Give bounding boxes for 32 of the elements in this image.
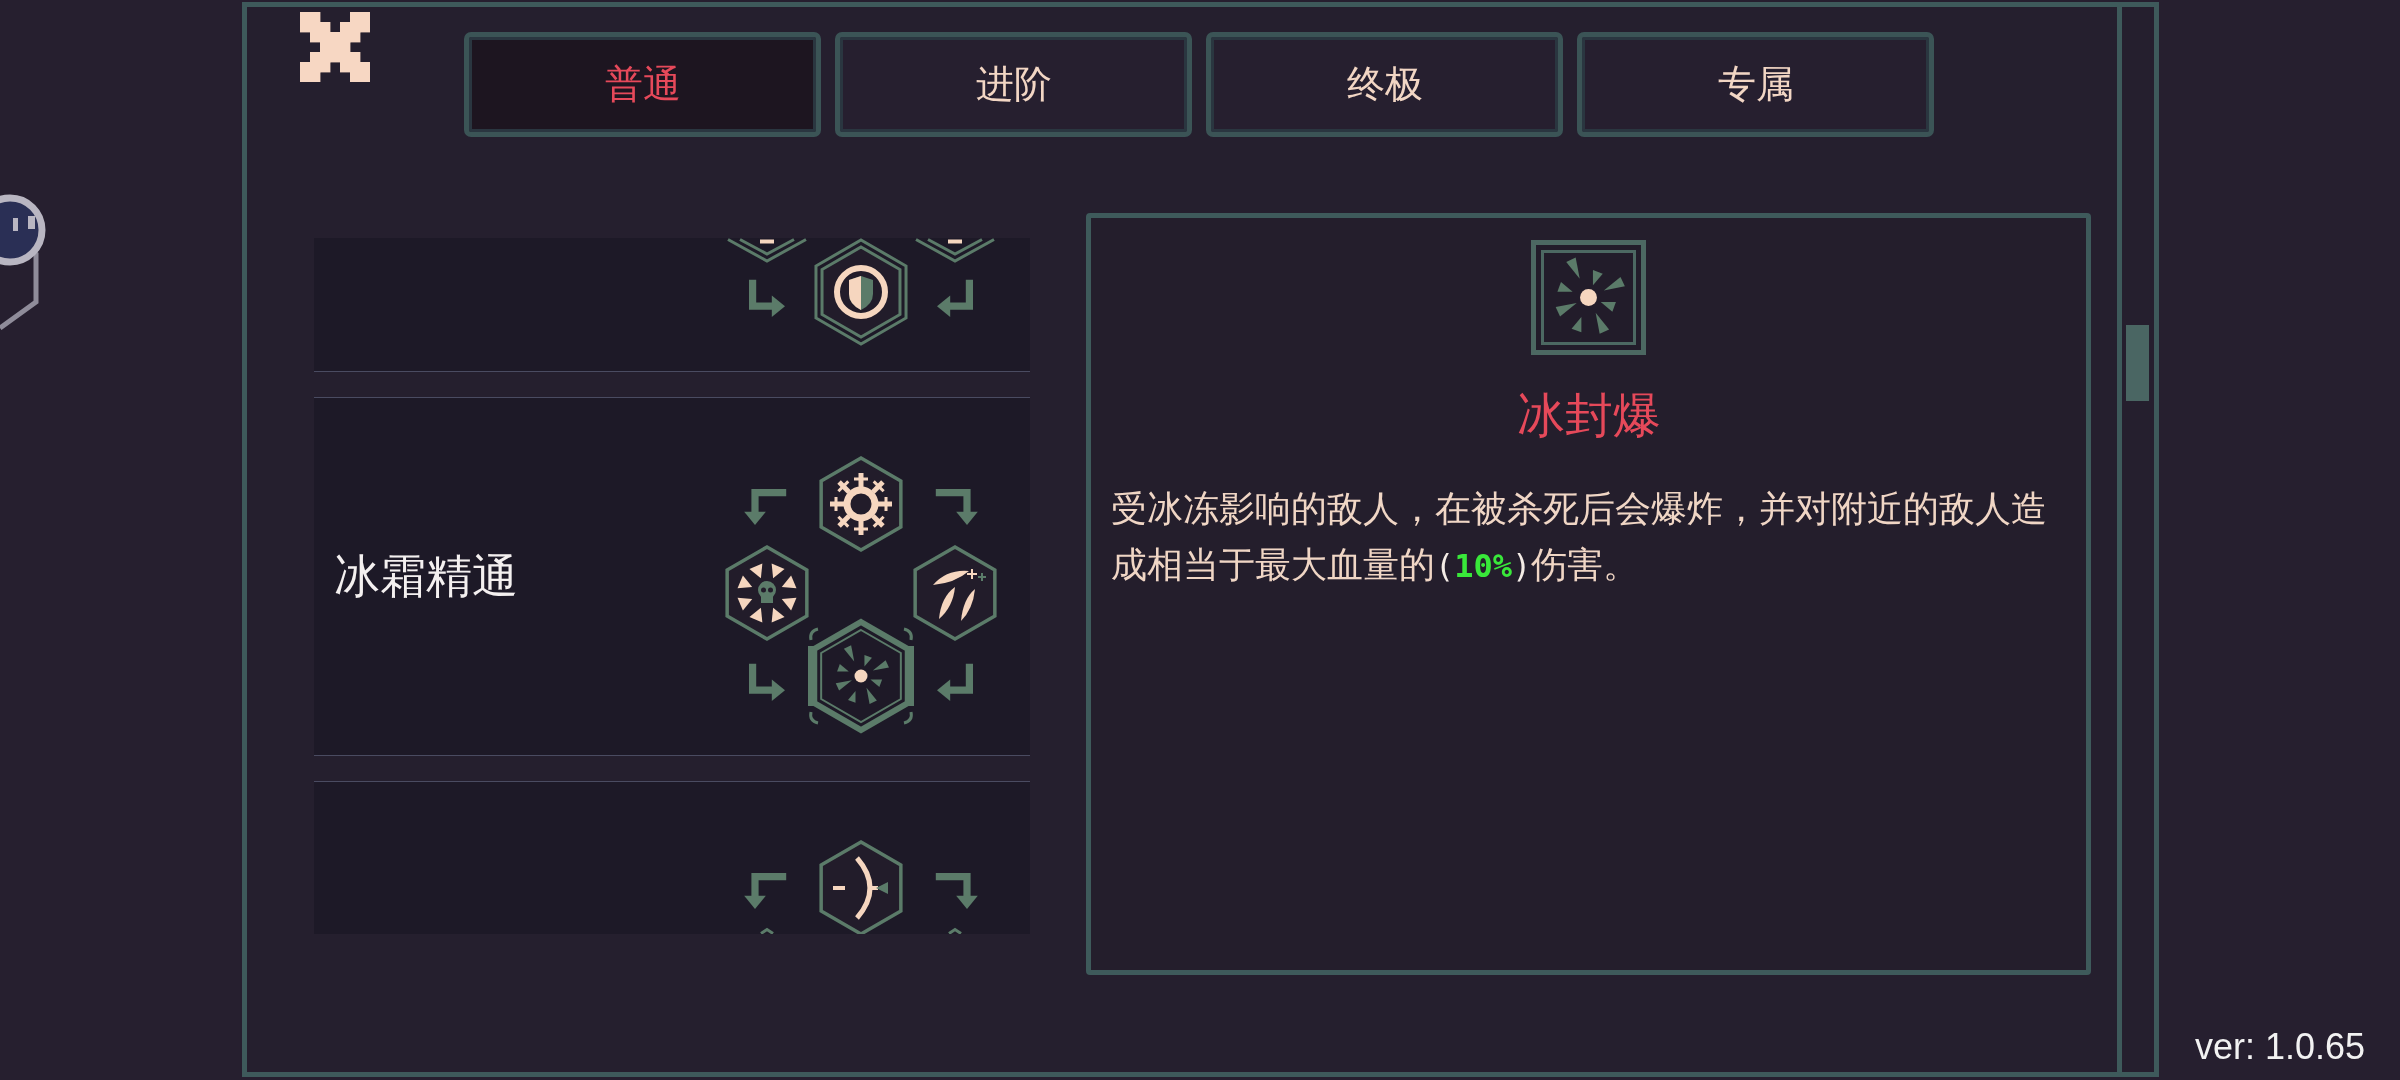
hex-node-edge-icon — [915, 238, 995, 263]
elbow-arrow-icon — [937, 663, 973, 701]
skill-row-title: 冰霜精通 — [333, 547, 518, 605]
shield-skill-icon[interactable] — [814, 238, 908, 346]
scrollbar-thumb[interactable] — [2126, 325, 2149, 401]
shard-burst-skill-icon[interactable] — [808, 618, 914, 734]
skill-row[interactable] — [314, 238, 1030, 372]
snowflake-skill-icon[interactable] — [819, 455, 903, 553]
skull-skill-icon[interactable] — [725, 544, 809, 642]
elbow-arrow-icon — [744, 873, 787, 909]
elbow-arrow-icon — [935, 873, 978, 909]
hex-node-edge-icon — [760, 927, 774, 934]
skill-row[interactable]: 冰霜精通 — [314, 397, 1030, 756]
close-button[interactable] — [300, 12, 370, 82]
tab[interactable]: 专属 — [1577, 32, 1934, 137]
elbow-arrow-icon — [937, 279, 973, 317]
hex-node-edge-icon — [948, 927, 962, 934]
tab[interactable]: 进阶 — [835, 32, 1192, 137]
bow-skill-icon[interactable] — [819, 839, 903, 934]
tab[interactable]: 普通 — [464, 32, 821, 137]
skill-title: 冰封爆 — [1516, 388, 1661, 444]
shard-burst-skill-icon — [1531, 240, 1646, 355]
elbow-arrow-icon — [749, 663, 785, 701]
tab[interactable]: 终极 — [1206, 32, 1563, 137]
elbow-arrow-icon — [935, 489, 978, 525]
skill-description: 受冰冻影响的敌人，在被杀死后会爆炸，并对附近的敌人造成相当于最大血量的(10%)伤害。 — [1110, 487, 2048, 588]
version-label: ver: 1.0.65 — [2194, 1026, 2365, 1068]
close-icon — [300, 12, 370, 82]
elbow-arrow-icon — [749, 279, 785, 317]
elbow-arrow-icon — [744, 489, 787, 525]
hex-node-edge-icon — [727, 238, 807, 263]
leaf-skill-icon[interactable] — [913, 544, 997, 642]
